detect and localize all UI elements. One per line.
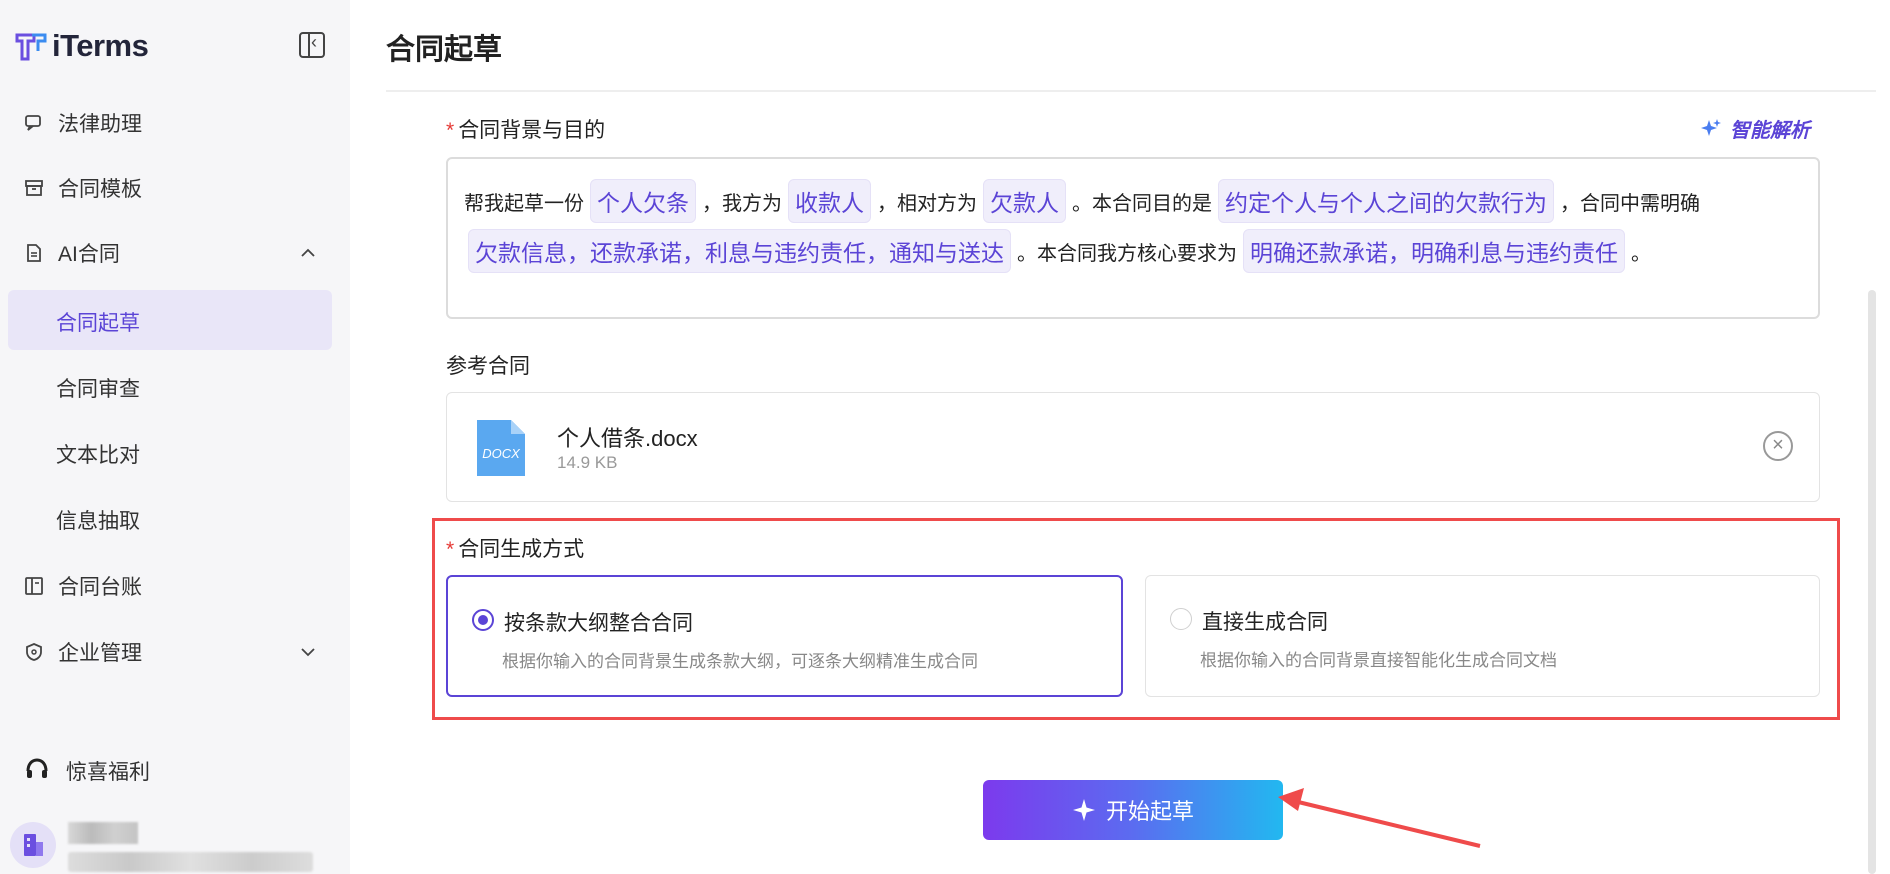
sidebar-item-contract-templates[interactable]: 合同模板 <box>8 158 332 218</box>
background-textarea[interactable]: 帮我起草一份 个人欠条 ，我方为 收款人 ，相对方为 欠款人 。本合同目的是 约… <box>446 157 1820 319</box>
sidebar-item-contract-review[interactable]: 合同审查 <box>8 356 332 416</box>
sidebar-item-enterprise[interactable]: 企业管理 <box>8 622 332 682</box>
avatar <box>10 822 56 868</box>
chevron-down-icon <box>301 648 315 657</box>
smart-parse-button[interactable]: 智能解析 <box>1700 114 1810 143</box>
docx-file-icon: DOCX <box>477 420 525 476</box>
user-org-blurred <box>68 852 313 872</box>
sidebar-item-label: 信息抽取 <box>56 510 140 533</box>
sidebar-item-label: 合同起草 <box>56 312 140 335</box>
annotation-arrow-icon <box>1278 788 1481 848</box>
placeholder-chip[interactable]: 欠款信息，还款承诺，利息与违约责任，通知与送达 <box>468 229 1011 273</box>
shield-icon <box>26 643 42 661</box>
chat-icon <box>25 115 41 131</box>
header-divider <box>386 90 1876 92</box>
sidebar-item-legal-assistant[interactable]: 法律助理 <box>8 93 332 153</box>
archive-icon <box>25 180 43 196</box>
document-icon <box>27 244 41 262</box>
radio-selected[interactable] <box>472 609 494 631</box>
background-line-2: 欠款信息，还款承诺，利息与违约责任，通知与送达 。本合同我方核心要求为 明确还款… <box>464 229 1651 273</box>
placeholder-chip[interactable]: 约定个人与个人之间的欠款行为 <box>1218 179 1554 223</box>
reference-label: 参考合同 <box>446 355 530 378</box>
placeholder-chip[interactable]: 欠款人 <box>983 179 1066 223</box>
option-desc: 根据你输入的合同背景生成条款大纲，可逐条大纲精准生成合同 <box>502 652 978 671</box>
chevron-up-icon <box>301 248 315 257</box>
option-outline-merge[interactable]: 按条款大纲整合合同 根据你输入的合同背景生成条款大纲，可逐条大纲精准生成合同 <box>446 575 1123 697</box>
collapse-sidebar-icon[interactable] <box>299 32 325 58</box>
ledger-icon <box>25 577 43 595</box>
sparkle-icon <box>1072 799 1095 821</box>
sidebar-item-label: AI合同 <box>58 243 120 266</box>
logo-text: iTerms <box>52 28 149 63</box>
option-direct-generate[interactable]: 直接生成合同 根据你输入的合同背景直接智能化生成合同文档 <box>1145 575 1820 697</box>
sidebar-item-label: 法律助理 <box>58 113 142 136</box>
user-name-blurred <box>68 822 138 844</box>
generation-label: * 合同生成方式 <box>446 538 585 561</box>
sparkle-icon <box>1701 118 1721 136</box>
headset-icon <box>26 758 48 778</box>
user-profile[interactable] <box>8 818 332 874</box>
remove-file-close-icon[interactable]: × <box>1763 431 1793 461</box>
sidebar-item-label: 企业管理 <box>58 642 142 665</box>
gift-link[interactable]: 惊喜福利 <box>8 740 332 796</box>
sidebar-item-label: 合同模板 <box>58 178 142 201</box>
background-line-1: 帮我起草一份 个人欠条 ，我方为 收款人 ，相对方为 欠款人 。本合同目的是 约… <box>464 179 1700 223</box>
sidebar-item-text-compare[interactable]: 文本比对 <box>8 422 332 482</box>
reference-file-card[interactable]: DOCX 个人借条.docx 14.9 KB × <box>446 392 1820 502</box>
sidebar-item-contract-draft[interactable]: 合同起草 <box>8 290 332 350</box>
gift-label: 惊喜福利 <box>66 761 150 784</box>
sidebar-item-label: 文本比对 <box>56 444 140 467</box>
iterms-logo-icon <box>15 33 47 61</box>
placeholder-chip[interactable]: 收款人 <box>788 179 871 223</box>
placeholder-chip[interactable]: 明确还款承诺，明确利息与违约责任 <box>1243 229 1625 273</box>
logo[interactable]: iTerms <box>14 28 149 64</box>
sidebar-item-info-extract[interactable]: 信息抽取 <box>8 488 332 548</box>
sidebar-item-label: 合同台账 <box>58 576 142 599</box>
placeholder-chip[interactable]: 个人欠条 <box>590 179 696 223</box>
option-title: 直接生成合同 <box>1202 611 1328 634</box>
svg-text:DOCX: DOCX <box>482 446 521 461</box>
background-label: * 合同背景与目的 <box>446 119 606 142</box>
option-title: 按条款大纲整合合同 <box>504 612 693 635</box>
file-size: 14.9 KB <box>557 453 618 472</box>
radio-unselected[interactable] <box>1170 608 1192 630</box>
building-icon <box>24 834 43 856</box>
sidebar-item-ai-contract[interactable]: AI合同 <box>8 223 332 283</box>
sidebar: iTerms 法律助理 合同模板 AI合同 合同起草 合同审查 文本比对 信息抽… <box>0 0 350 874</box>
sidebar-item-contract-ledger[interactable]: 合同台账 <box>8 556 332 616</box>
option-desc: 根据你输入的合同背景直接智能化生成合同文档 <box>1200 651 1557 670</box>
sidebar-item-label: 合同审查 <box>56 378 140 401</box>
start-draft-button[interactable]: 开始起草 <box>983 780 1283 840</box>
file-name: 个人借条.docx <box>557 426 698 451</box>
scrollbar[interactable] <box>1868 290 1876 874</box>
page-title: 合同起草 <box>386 34 503 66</box>
